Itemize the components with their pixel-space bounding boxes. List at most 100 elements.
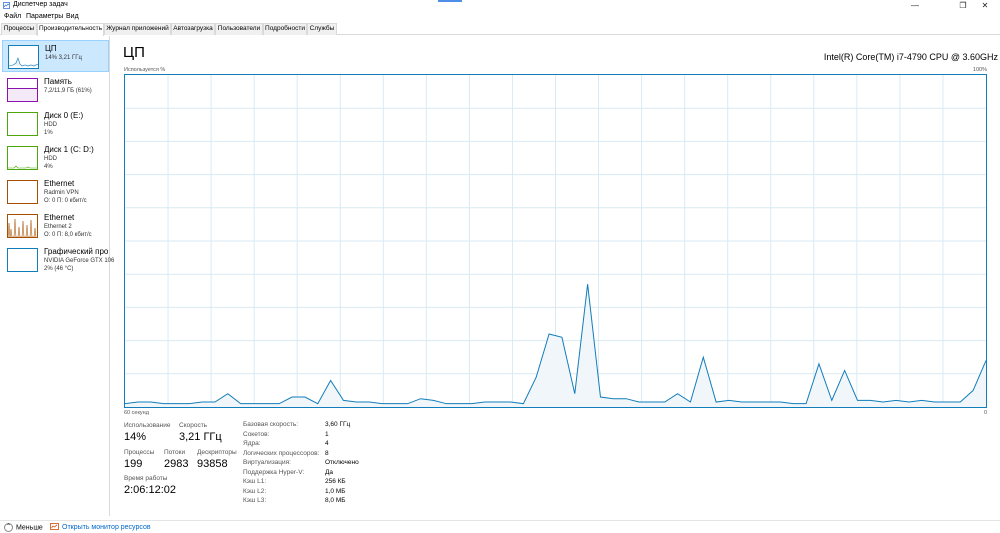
ethernet-2-thumbnail [7, 214, 38, 238]
cpu-usage-chart [124, 75, 987, 407]
spec-key: Поддержка Hyper-V: [243, 468, 305, 476]
menu-view[interactable]: Вид [66, 13, 79, 20]
spec-value: 1,0 МБ [325, 487, 346, 495]
stat-processes-value: 199 [124, 458, 143, 470]
sidebar-item-title: Диск 1 (C: D:) [44, 145, 94, 154]
stat-usage-value: 14% [124, 431, 147, 443]
spec-value: 256 КБ [325, 478, 346, 485]
close-button[interactable]: ✕ [970, 0, 1000, 11]
sidebar-item-subtitle: 7,2/11,9 ГБ (61%) [44, 88, 92, 94]
graph-time-label: 60 секунд [124, 410, 149, 416]
window-title: Диспетчер задач [13, 1, 68, 8]
stat-threads-value: 2983 [164, 458, 189, 470]
menu-file[interactable]: Файл [4, 13, 21, 20]
menu-bar: Файл Параметры Вид [0, 11, 1000, 22]
sidebar-item-value: 1% [44, 130, 53, 136]
sidebar-item-value: 2% (46 °C) [44, 266, 74, 272]
sidebar-item-title: ЦП [45, 44, 57, 53]
cpu-model-name: Intel(R) Core(TM) i7-4790 CPU @ 3.60GHz [823, 52, 998, 62]
fewer-details-button[interactable]: ⌃ Меньше [4, 523, 43, 532]
stat-uptime-value: 2:06:12:02 [124, 484, 176, 496]
tab-users[interactable]: Пользователи [215, 23, 263, 35]
gpu-thumbnail [7, 248, 38, 272]
tab-processes[interactable]: Процессы [1, 23, 37, 35]
fewer-details-label: Меньше [16, 524, 43, 532]
sidebar-item-memory[interactable]: Память 7,2/11,9 ГБ (61%) [2, 74, 109, 106]
minimize-button[interactable]: — [900, 0, 930, 11]
stat-speed: Скорость 3,21 ГГц [179, 422, 222, 443]
resource-monitor-label: Открыть монитор ресурсов [62, 523, 151, 531]
ethernet-1-thumbnail [7, 180, 38, 204]
stat-handles-value: 93858 [197, 458, 228, 470]
sidebar-item-subtitle: Radmin VPN [44, 190, 79, 196]
chevron-up-icon: ⌃ [4, 523, 13, 532]
title-bar: Диспетчер задач — ❐ ✕ [0, 0, 1000, 11]
graph-usage-label: Используется % [124, 67, 166, 73]
sidebar-item-title: Графический про [44, 247, 109, 256]
graph-max-label: 100% [972, 67, 987, 73]
stat-speed-label: Скорость [179, 422, 208, 429]
spec-value: Отключено [325, 459, 359, 466]
spec-value: Да [325, 468, 334, 476]
spec-value: 8 [325, 449, 329, 457]
resource-monitor-icon [50, 523, 59, 530]
spec-value: 8,0 МБ [325, 497, 346, 504]
sidebar-item-cpu[interactable]: ЦП 14% 3,21 ГГц [2, 40, 109, 72]
spec-key: Кэш L1: [243, 478, 267, 485]
tab-app-history[interactable]: Журнал приложений [104, 23, 171, 35]
spec-key: Виртуализация: [243, 459, 291, 466]
sidebar-item-subtitle: HDD [44, 122, 57, 128]
spec-key: Базовая скорость: [243, 421, 299, 428]
sidebar-item-subtitle: HDD [44, 156, 57, 162]
stat-processes: Процессы 199 [124, 449, 154, 470]
sidebar-item-subtitle: 14% 3,21 ГГц [45, 55, 82, 61]
bottom-bar: ⌃ Меньше Открыть монитор ресурсов [0, 520, 1000, 533]
menu-options[interactable]: Параметры [26, 13, 63, 20]
cpu-thumbnail [8, 45, 39, 69]
sidebar-item-title: Память [44, 77, 72, 86]
sidebar-item-value: О: 0 П: 0 кбит/с [44, 198, 87, 204]
stat-usage: Использование 14% [124, 422, 170, 443]
spec-key: Ядра: [243, 440, 261, 447]
spec-key: Логических процессоров: [243, 449, 320, 457]
stat-threads-label: Потоки [164, 449, 186, 456]
disk-0-thumbnail [7, 112, 38, 136]
tab-performance[interactable]: Производительность [37, 23, 104, 36]
sidebar-item-subtitle: Ethernet 2 [44, 224, 72, 230]
spec-key: Сокетов: [243, 430, 270, 438]
spec-value: 3,60 ГГц [325, 421, 351, 428]
graph-min-label: 0 [983, 410, 987, 416]
resource-sidebar: ЦП 14% 3,21 ГГц Память 7,2/11,9 ГБ (61%)… [0, 36, 114, 516]
stat-speed-value: 3,21 ГГц [179, 431, 222, 443]
stat-handles: Дескрипторы 93858 [197, 449, 237, 470]
disk-1-thumbnail [7, 146, 38, 170]
tab-services[interactable]: Службы [307, 23, 337, 35]
cpu-usage-graph[interactable] [124, 74, 987, 408]
spec-value: 4 [325, 440, 329, 447]
open-resource-monitor-link[interactable]: Открыть монитор ресурсов [50, 523, 151, 531]
sidebar-item-value: О: 0 П: 8,0 кбит/с [44, 232, 92, 238]
sidebar-item-ethernet-radmin[interactable]: Ethernet Radmin VPN О: 0 П: 0 кбит/с [2, 176, 109, 208]
sidebar-item-title: Ethernet [44, 179, 75, 188]
sidebar-item-subtitle: NVIDIA GeForce GTX 106 [44, 258, 115, 264]
stat-handles-label: Дескрипторы [197, 449, 237, 456]
sidebar-item-title: Диск 0 (E:) [44, 111, 84, 120]
page-title: ЦП [123, 44, 145, 61]
stat-processes-label: Процессы [124, 449, 155, 456]
stat-usage-label: Использование [124, 422, 171, 429]
tab-details[interactable]: Подробности [263, 23, 307, 35]
task-manager-icon [3, 2, 10, 9]
spec-value: 1 [325, 430, 329, 438]
title-accent [438, 0, 462, 2]
sidebar-item-title: Ethernet [44, 213, 75, 222]
sidebar-item-disk-0[interactable]: Диск 0 (E:) HDD 1% [2, 108, 109, 140]
tab-startup[interactable]: Автозагрузка [171, 23, 215, 35]
stat-threads: Потоки 2983 [164, 449, 188, 470]
sidebar-item-gpu[interactable]: Графический про NVIDIA GeForce GTX 106 2… [2, 244, 114, 276]
stat-uptime-label: Время работы [124, 475, 168, 482]
sidebar-item-ethernet-2[interactable]: Ethernet Ethernet 2 О: 0 П: 8,0 кбит/с [2, 210, 109, 242]
spec-key: Кэш L3: [243, 497, 267, 504]
tab-bar: Процессы Производительность Журнал прило… [0, 23, 1000, 36]
sidebar-item-disk-1[interactable]: Диск 1 (C: D:) HDD 4% [2, 142, 109, 174]
cpu-detail-panel: ЦП Intel(R) Core(TM) i7-4790 CPU @ 3.60G… [111, 36, 1000, 516]
